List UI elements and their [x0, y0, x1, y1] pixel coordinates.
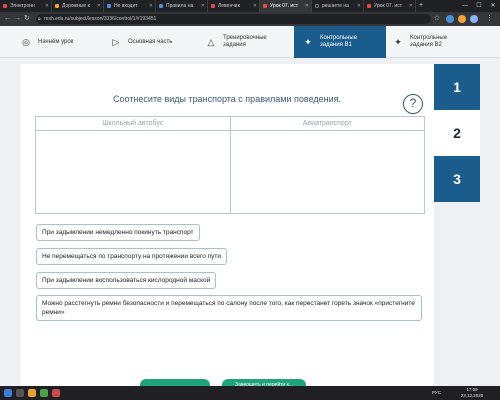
maximize-icon[interactable]: ☐: [472, 0, 486, 12]
browser-tab-active[interactable]: Урок 07. ист ✕: [260, 0, 312, 12]
favicon-icon: [263, 4, 267, 8]
menu-icon[interactable]: ⋮: [486, 14, 493, 24]
draggable-option[interactable]: Не перемещаться по транспорту на протяже…: [36, 248, 228, 265]
favicon-icon: [3, 4, 7, 8]
browser-tab-strip: Электронн ✕ Дорожные к ✕ Не входит ✕ Правил…: [0, 0, 500, 12]
step-control-b1[interactable]: ✦ Контрольные задания В1: [294, 26, 386, 58]
drop-column-school-bus[interactable]: Школьный автобус: [36, 117, 231, 213]
step-label: Контрольные задания В2: [410, 35, 448, 48]
question-3-button[interactable]: 3: [434, 156, 480, 202]
step-label: Основная часть: [128, 39, 173, 45]
step-label: Начнём урок: [38, 39, 74, 45]
step-label: Тренировочные задания: [223, 35, 267, 48]
draggable-option[interactable]: При задымлении немедленно покинуть транс…: [36, 224, 200, 241]
drop-column-air-transport[interactable]: Авиатранспорт: [230, 117, 424, 213]
forward-icon[interactable]: →: [14, 14, 21, 24]
puzzle-icon: ✦: [394, 36, 402, 47]
favicon-icon: [315, 4, 319, 8]
language-indicator[interactable]: РУС: [432, 390, 441, 396]
lock-icon: 🔒︎: [38, 16, 41, 22]
profile-avatar[interactable]: [470, 15, 478, 23]
browser-tab[interactable]: Электронн ✕: [0, 0, 52, 12]
draggable-option[interactable]: При задымлении воспользоваться кислородн…: [36, 272, 217, 289]
favicon-icon: [159, 4, 163, 8]
favicon-icon: [107, 4, 111, 8]
column-header: Школьный автобус: [36, 117, 230, 131]
tab-label: Правила на: [166, 3, 194, 9]
favicon-icon: [211, 4, 215, 8]
back-icon[interactable]: ←: [4, 14, 11, 24]
question-2-button[interactable]: 2: [434, 110, 480, 156]
close-icon[interactable]: ✕: [149, 0, 153, 12]
step-control-b2[interactable]: ✦ Контрольные задания В2: [392, 26, 482, 58]
minimize-icon[interactable]: —: [458, 0, 472, 12]
close-icon[interactable]: ✕: [45, 0, 49, 12]
tab-label: Не входит: [114, 3, 138, 9]
chrome-icon[interactable]: [40, 389, 48, 397]
search-icon[interactable]: [16, 389, 24, 397]
question-selector: 1 2 3: [434, 64, 480, 219]
close-icon[interactable]: ✕: [97, 0, 101, 12]
question-1-button[interactable]: 1: [434, 64, 480, 110]
close-icon[interactable]: ✕: [409, 0, 413, 12]
play-icon: ◎: [22, 36, 30, 47]
tab-label: Электронн: [10, 3, 35, 9]
step-start-lesson[interactable]: ◎ Начнём урок: [20, 26, 110, 58]
browser-tab[interactable]: Дорожные к ✕: [52, 0, 104, 12]
column-header: Авиатранспорт: [230, 117, 424, 131]
bookmark-star-icon[interactable]: ☆: [434, 14, 440, 24]
triangle-icon: △: [207, 36, 215, 47]
address-bar-row: ← → ↻ 🔒︎ resh.edu.ru/subject/lesson/3336/…: [0, 12, 500, 26]
step-label: Контрольные задания В1: [320, 35, 358, 48]
favicon-icon: [367, 4, 371, 8]
window-controls: — ☐ ✕: [458, 0, 500, 12]
close-icon[interactable]: ✕: [305, 0, 309, 12]
video-icon: ▷: [112, 36, 120, 47]
close-window-icon[interactable]: ✕: [486, 0, 500, 12]
start-icon[interactable]: [4, 389, 12, 397]
tab-label: Дорожные к: [62, 3, 90, 9]
url-field[interactable]: 🔒︎ resh.edu.ru/subject/lesson/3336/contro…: [36, 14, 431, 24]
task-title: Соотнесите виды транспорта с правилами п…: [113, 94, 341, 104]
extension-icon[interactable]: [458, 15, 466, 23]
task-card: Соотнесите виды транспорта с правилами п…: [20, 64, 434, 400]
lesson-navigation: ◎ Начнём урок ▷ Основная часть △ Трениро…: [0, 26, 500, 58]
url-text: resh.edu.ru/subject/lesson/3336/control/…: [44, 16, 157, 22]
clock-date: 23.12.2020: [460, 393, 484, 398]
os-taskbar: РУС 17:09 23.12.2020: [0, 386, 500, 400]
puzzle-icon: ✦: [304, 36, 312, 47]
new-tab-button[interactable]: +: [416, 0, 426, 12]
browser-tab[interactable]: Урок 07. ист ✕: [364, 0, 416, 12]
tab-label: Левенчик: [218, 3, 240, 9]
extension-icon[interactable]: [446, 15, 454, 23]
close-icon[interactable]: ✕: [253, 0, 257, 12]
browser-tab[interactable]: Левенчик ✕: [208, 0, 260, 12]
reload-icon[interactable]: ↻: [24, 14, 30, 24]
step-main-part[interactable]: ▷ Основная часть: [110, 26, 202, 58]
favicon-icon: [55, 4, 59, 8]
browser-tab[interactable]: Правила на ✕: [156, 0, 208, 12]
draggable-option[interactable]: Можно расстегнуть ремни безопасности и п…: [36, 295, 422, 321]
tab-label: Урок 07. ист: [374, 3, 403, 9]
close-icon[interactable]: ✕: [201, 0, 205, 12]
folder-icon[interactable]: [28, 389, 36, 397]
close-icon[interactable]: ✕: [357, 0, 361, 12]
matching-table: Школьный автобус Авиатранспорт: [35, 116, 425, 214]
tab-label: решаете на: [322, 3, 349, 9]
step-training-tasks[interactable]: △ Тренировочные задания: [205, 26, 293, 58]
browser-tab[interactable]: Не входит ✕: [104, 0, 156, 12]
tab-label: Урок 07. ист: [270, 3, 299, 9]
app-icon[interactable]: [52, 389, 60, 397]
help-button[interactable]: ?: [403, 94, 423, 114]
browser-tab[interactable]: решаете на ✕: [312, 0, 364, 12]
